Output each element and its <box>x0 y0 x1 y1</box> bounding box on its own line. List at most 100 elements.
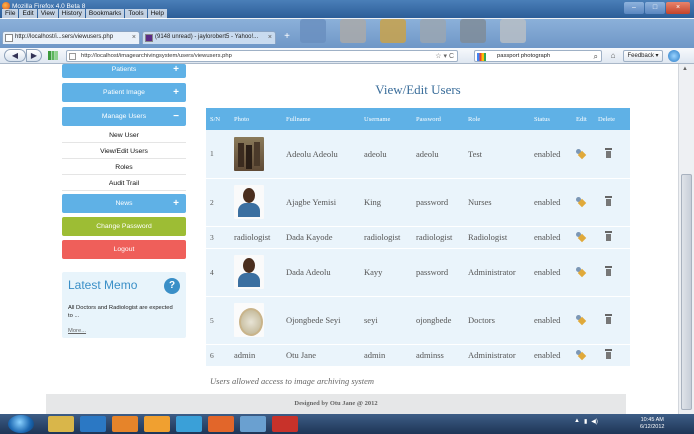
taskbar-clock[interactable]: 10:45 AM 6/12/2012 <box>640 417 664 431</box>
sidebar-manage-users-button[interactable]: Manage Users − <box>62 107 186 126</box>
column-header-photo: Photo <box>234 115 250 123</box>
volume-icon[interactable]: ◀) <box>591 418 598 425</box>
forward-button[interactable]: ▶ <box>26 49 42 62</box>
desktop-icon <box>380 19 406 43</box>
tray-arrow-icon[interactable]: ▲ <box>574 418 580 425</box>
ie-taskbar-icon[interactable] <box>80 416 106 432</box>
menu-help[interactable]: Help <box>147 9 167 19</box>
cell-status: enabled <box>534 148 561 159</box>
desktop-icon <box>340 19 366 43</box>
cell-password: ojongbede <box>416 315 452 325</box>
menu-tools[interactable]: Tools <box>125 9 147 19</box>
yahoo-mail-icon <box>145 34 153 42</box>
cell-fullname: Adeolu Adeolu <box>286 148 338 159</box>
search-input[interactable]: passport photograph ⌕ <box>474 50 602 62</box>
column-header-fullname: Fullname <box>286 115 311 123</box>
media-player-taskbar-icon[interactable] <box>112 416 138 432</box>
search-value: passport photograph <box>497 53 551 59</box>
network-icon[interactable]: ▮ <box>584 418 587 425</box>
cell-delete <box>594 226 630 248</box>
logout-button[interactable]: Logout <box>62 240 186 259</box>
minimize-button[interactable]: – <box>624 2 644 14</box>
user-photo-image <box>234 185 264 219</box>
sidebar-item-new-user[interactable]: New User <box>62 128 186 143</box>
delete-trash-icon[interactable] <box>604 196 613 206</box>
sidebar-patients-button[interactable]: Patients + <box>62 64 186 78</box>
sidebar-patient-image-button[interactable]: Patient Image + <box>62 83 186 102</box>
start-button[interactable] <box>8 415 34 433</box>
menu-edit[interactable]: Edit <box>19 9 37 19</box>
cell-password: password <box>416 197 449 207</box>
sidebar-item-audit-trail[interactable]: Audit Trail <box>62 176 186 191</box>
vertical-scrollbar[interactable]: ▲ <box>678 64 694 414</box>
address-bar[interactable]: http://localhost/imagearchivingsystem/us… <box>66 50 458 62</box>
cell-status: enabled <box>534 267 561 277</box>
cell-edit <box>572 226 594 248</box>
cell-delete <box>594 344 630 366</box>
tab-close-icon[interactable]: × <box>132 32 136 43</box>
sidebar-item-roles[interactable]: Roles <box>62 160 186 175</box>
feedback-button[interactable]: Feedback ▾ <box>623 50 663 62</box>
cell-delete <box>594 248 630 296</box>
sidebar-item-view-edit-users[interactable]: View/Edit Users <box>62 144 186 159</box>
vlc-taskbar-icon[interactable] <box>144 416 170 432</box>
cell-status: enabled <box>534 232 561 242</box>
memo-title: Latest Memo <box>68 278 138 292</box>
table-header-row: S/N Photo Fullname Username Password Rol… <box>206 108 630 130</box>
cell-sn: 6 <box>210 350 214 360</box>
home-icon[interactable]: ⌂ <box>606 50 620 62</box>
page-icon <box>69 53 76 60</box>
desktop-icon <box>420 19 446 43</box>
edit-user-icon[interactable] <box>576 196 585 206</box>
address-bar-url: http://localhost/imagearchivingsystem/us… <box>81 53 232 59</box>
tab-yahoo-mail[interactable]: (9148 unread) - jaylorobert5 - Yahoo!...… <box>142 31 276 44</box>
explorer-taskbar-icon[interactable] <box>48 416 74 432</box>
firefox-taskbar-icon[interactable] <box>208 416 234 432</box>
cell-photo <box>230 248 282 296</box>
edit-user-icon[interactable] <box>576 231 585 241</box>
change-password-button[interactable]: Change Password <box>62 217 186 236</box>
opera-taskbar-icon[interactable] <box>272 416 298 432</box>
memo-more-link[interactable]: More... <box>68 328 86 334</box>
menu-bookmarks[interactable]: Bookmarks <box>85 9 125 19</box>
cell-username: admin <box>364 350 386 360</box>
close-window-button[interactable]: × <box>666 2 690 14</box>
search-icon[interactable]: ⌕ <box>594 51 598 62</box>
delete-trash-icon[interactable] <box>604 231 613 241</box>
users-table: S/N Photo Fullname Username Password Rol… <box>206 108 630 367</box>
delete-trash-icon[interactable] <box>604 266 613 276</box>
scrollbar-thumb[interactable] <box>681 174 692 410</box>
table-caption: Users allowed access to image archiving … <box>210 376 374 386</box>
new-tab-button[interactable]: + <box>280 31 294 43</box>
memo-body: All Doctors and Radiologist are expected… <box>68 305 173 319</box>
edit-user-icon[interactable] <box>576 349 585 359</box>
maximize-button[interactable]: □ <box>645 2 665 14</box>
scroll-up-icon[interactable]: ▲ <box>682 66 688 72</box>
cell-fullname: Dada Kayode <box>286 232 333 242</box>
latest-memo-panel: Latest Memo ? All Doctors and Radiologis… <box>62 272 186 338</box>
tab-viewusers[interactable]: http://localhost/i...sers/viewusers.php … <box>2 31 140 44</box>
tab-close-icon[interactable]: × <box>268 32 272 43</box>
bookmark-star-icon[interactable]: ☆ ▾ C <box>435 51 454 62</box>
delete-trash-icon[interactable] <box>604 147 613 158</box>
skype-taskbar-icon[interactable] <box>176 416 202 432</box>
app-taskbar-icon[interactable] <box>240 416 266 432</box>
tab-label: http://localhost/i...sers/viewusers.php <box>15 34 114 40</box>
delete-trash-icon[interactable] <box>604 314 613 324</box>
desktop-icon <box>500 19 526 43</box>
cell-edit <box>572 248 594 296</box>
cell-sn: 2 <box>210 197 214 207</box>
cell-delete <box>594 296 630 344</box>
delete-trash-icon[interactable] <box>604 349 613 359</box>
addon-icon[interactable] <box>668 50 680 62</box>
menu-view[interactable]: View <box>37 9 58 19</box>
memo-icon: ? <box>164 278 180 294</box>
edit-user-icon[interactable] <box>576 266 585 276</box>
sidebar-news-button[interactable]: News + <box>62 194 186 213</box>
edit-user-icon[interactable] <box>576 314 585 324</box>
back-button[interactable]: ◀ <box>4 49 26 62</box>
menu-file[interactable]: File <box>2 9 19 19</box>
cell-status: enabled <box>534 197 561 207</box>
menu-history[interactable]: History <box>58 9 85 19</box>
edit-user-icon[interactable] <box>576 148 585 158</box>
